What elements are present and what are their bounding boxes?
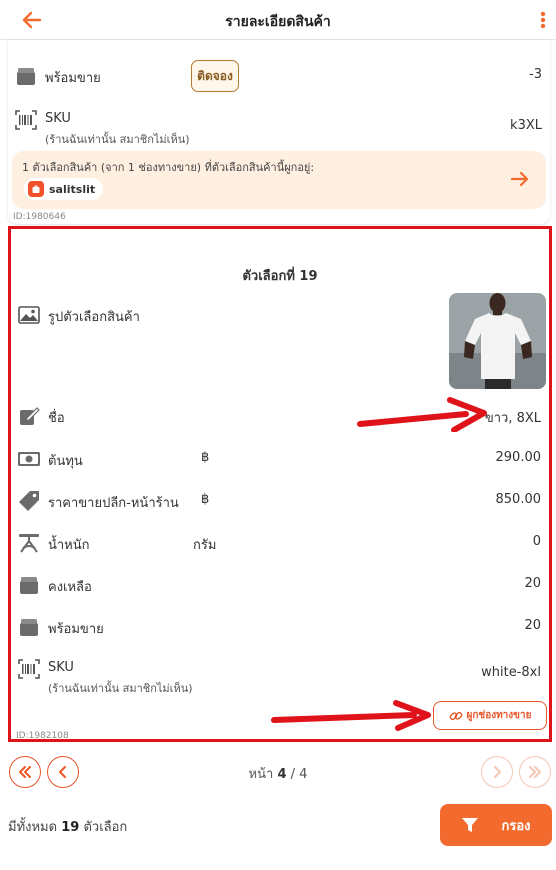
sku-row: SKU (ร้านฉันเท่านั้น สมาชิกไม่เห็น) whit… xyxy=(11,655,549,695)
barcode-icon xyxy=(15,110,37,130)
barcode-icon xyxy=(18,659,40,679)
ready-row: พร้อมขาย 20 xyxy=(11,613,549,641)
bind-channel-button[interactable]: ผูกช่องทางขาย xyxy=(433,701,547,730)
remaining-value: 20 xyxy=(524,576,541,591)
cost-label: ต้นทุน xyxy=(48,454,83,469)
remaining-row: คงเหลือ 20 xyxy=(11,571,549,599)
link-icon xyxy=(449,711,462,720)
variant-id: ID:1982108 xyxy=(16,731,69,741)
last-page-button[interactable] xyxy=(519,756,551,788)
retail-price-row: ราคาขายปลีก-หน้าร้าน ฿ 850.00 xyxy=(11,487,549,515)
retail-price-unit: ฿ xyxy=(201,492,210,507)
weight-label: น้ำหนัก xyxy=(48,538,90,553)
filter-button[interactable]: กรอง xyxy=(440,804,552,846)
total-suffix: ตัวเลือก xyxy=(83,820,128,835)
name-value: ขาว, 8XL xyxy=(484,411,541,426)
sku-row: SKU (ร้านฉันเท่านั้น สมาชิกไม่เห็น) k3XL xyxy=(8,106,550,146)
box-icon xyxy=(20,577,38,594)
money-icon xyxy=(18,452,40,466)
remaining-label: คงเหลือ xyxy=(48,580,92,595)
retail-price-value: 850.00 xyxy=(495,492,542,507)
weight-unit: กรัม xyxy=(193,538,217,553)
linked-channel-text: 1 ตัวเลือกสินค้า (จาก 1 ช่องทางขาย) ที่ต… xyxy=(22,161,315,174)
scale-icon xyxy=(19,534,39,553)
filter-label: กรอง xyxy=(501,818,531,834)
reserved-badge[interactable]: ติดจอง xyxy=(191,60,239,92)
ready-value: 20 xyxy=(524,618,541,633)
sku-note: (ร้านฉันเท่านั้น สมาชิกไม่เห็น) xyxy=(45,133,190,146)
filter-icon xyxy=(462,818,479,832)
box-icon xyxy=(17,68,35,85)
sku-note: (ร้านฉันเท่านั้น สมาชิกไม่เห็น) xyxy=(48,682,193,695)
page-current: 4 xyxy=(277,767,287,782)
annotation-arrow-bind xyxy=(271,700,431,731)
page-total: 4 xyxy=(299,767,308,782)
name-label: ชื่อ xyxy=(48,411,65,426)
sku-label: SKU xyxy=(48,660,74,675)
cost-value: 290.00 xyxy=(495,450,542,465)
next-page-button[interactable] xyxy=(481,756,513,788)
ready-label: พร้อมขาย xyxy=(48,622,104,637)
total-variants: มีทั้งหมด 19 ตัวเลือก xyxy=(8,816,127,837)
double-chevron-right-icon xyxy=(529,766,541,778)
variant-19-card: ตัวเลือกที่ 19 รูปตัวเลือกสินค้า ชื่อ ขา… xyxy=(8,226,552,742)
box-icon xyxy=(20,619,38,636)
kebab-menu-icon[interactable] xyxy=(536,6,550,34)
page-indicator: หน้า 4 / 4 xyxy=(0,763,556,784)
cost-unit: ฿ xyxy=(201,450,210,465)
weight-row: น้ำหนัก กรัม 0 xyxy=(11,529,549,557)
footer-bar: มีทั้งหมด 19 ตัวเลือก กรอง xyxy=(0,800,556,850)
price-tag-icon xyxy=(19,491,39,511)
arrow-right-icon[interactable] xyxy=(508,167,532,191)
total-count: 19 xyxy=(61,820,80,835)
cost-row: ต้นทุน ฿ 290.00 xyxy=(11,445,549,473)
previous-variant-card: พร้อมขาย -3 ติดจอง SKU (ร้านฉันเท่านั้น … xyxy=(8,40,550,224)
shopee-icon xyxy=(28,181,44,197)
page-title: รายละเอียดสินค้า xyxy=(225,14,331,30)
app-header: รายละเอียดสินค้า xyxy=(0,0,556,40)
chevron-right-icon xyxy=(494,766,501,778)
ready-row: พร้อมขาย -3 xyxy=(8,62,550,90)
page-prefix: หน้า xyxy=(248,767,274,782)
variant-id: ID:1980646 xyxy=(13,212,66,222)
annotation-arrow-name xyxy=(357,397,487,432)
ready-label: พร้อมขาย xyxy=(45,71,101,86)
retail-price-label: ราคาขายปลีก-หน้าร้าน xyxy=(48,496,179,511)
variant-title: ตัวเลือกที่ 19 xyxy=(242,269,318,284)
sku-value: white-8xl xyxy=(481,665,541,680)
pagination: หน้า 4 / 4 xyxy=(0,752,556,790)
page-separator: / xyxy=(290,767,296,782)
variant-thumbnail[interactable] xyxy=(449,293,546,389)
ready-value: -3 xyxy=(529,67,542,82)
sku-label: SKU xyxy=(45,111,71,126)
weight-value: 0 xyxy=(532,534,541,549)
linked-channel-box[interactable]: 1 ตัวเลือกสินค้า (จาก 1 ช่องทางขาย) ที่ต… xyxy=(12,151,546,209)
total-prefix: มีทั้งหมด xyxy=(8,820,58,835)
channel-shop-name: salitslit xyxy=(49,182,96,196)
channel-shop-chip[interactable]: salitslit xyxy=(24,178,104,200)
bind-channel-label: ผูกช่องทางขาย xyxy=(466,710,532,721)
sku-value: k3XL xyxy=(510,118,542,133)
image-icon xyxy=(18,306,40,324)
edit-icon xyxy=(20,407,40,425)
image-label: รูปตัวเลือกสินค้า xyxy=(48,310,140,325)
